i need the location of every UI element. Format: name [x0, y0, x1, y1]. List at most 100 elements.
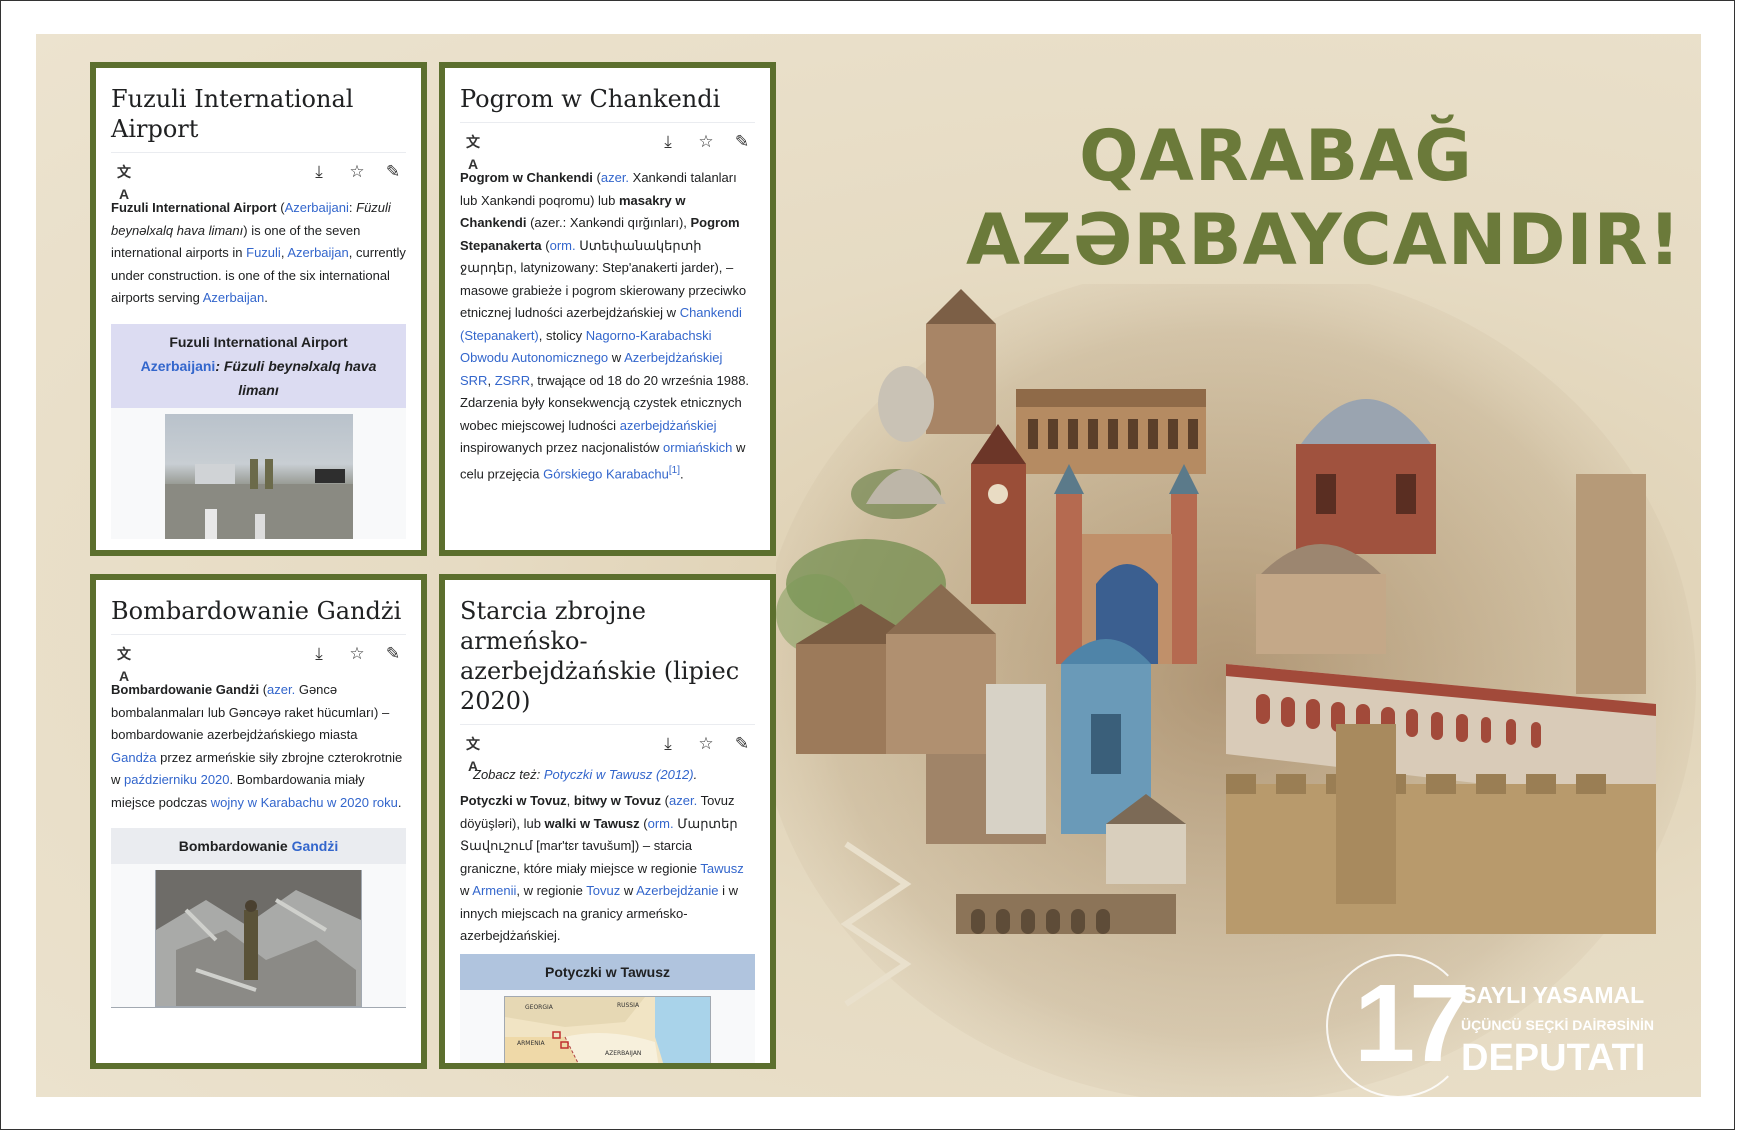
deputy-badge: 17 SAYLI YASAMAL ÜÇÜNCÜ SEÇKİ DAİRƏSİNİN… — [1326, 954, 1666, 1097]
star-icon[interactable]: ☆ — [346, 643, 368, 665]
card-title: Pogrom w Chankendi — [460, 85, 721, 113]
translate-icon[interactable]: 文A — [462, 733, 484, 774]
infobox-title: Bombardowanie — [178, 838, 292, 854]
article-toolbar: 文A ⤓ ☆ ✎ — [460, 122, 755, 172]
translate-icon[interactable]: 文A — [113, 643, 135, 684]
text-run: , — [487, 372, 495, 388]
article-link[interactable]: Fuzuli — [246, 245, 281, 260]
article-toolbar: 文A ⤓ ☆ ✎ — [111, 152, 406, 202]
text-run: , stolicy — [538, 327, 586, 343]
text-run: . — [397, 794, 402, 810]
map-label-azerbaijan: AZERBAIJAN — [605, 1050, 641, 1057]
infobox-header: Potyczki w Tawusz — [460, 953, 755, 990]
article-link[interactable]: wojny w Karabachu w 2020 roku — [211, 795, 398, 810]
card-starcia-zbrojne: Starcia zbrojne armeńsko-azerbejdżańskie… — [439, 574, 776, 1069]
see-also-link[interactable]: Potyczki w Tawusz (2012) — [544, 767, 694, 782]
infobox-native-name: : Füzuli beynəlxalq hava limanı — [215, 357, 377, 398]
article-link[interactable]: azer. — [601, 170, 629, 185]
badge-line-3: DEPUTATI — [1461, 1037, 1646, 1079]
text-run: (azer.: Xankəndi qırğınları), — [526, 215, 691, 230]
text-run: inspirowanych przez nacjonalistów — [460, 440, 664, 455]
article-link[interactable]: Azerbaijan — [287, 245, 348, 260]
article-link[interactable]: Azerbejdżanie — [636, 883, 718, 898]
star-icon[interactable]: ☆ — [346, 161, 368, 183]
headline-line-1: QARABAĞ — [1079, 115, 1473, 197]
bold-term: Pogrom w Chankendi — [460, 170, 593, 185]
bold-term: Bombardowanie Gandżi — [111, 682, 260, 697]
map-label-georgia: GEORGIA — [525, 1004, 554, 1011]
infobox-language-link[interactable]: Azerbaijani — [141, 358, 216, 374]
article-link[interactable]: ZSRR — [495, 373, 530, 388]
rubble-photo — [155, 870, 362, 1007]
map-label-russia: RUSSIA — [617, 1002, 640, 1009]
headline-line-2: AZƏRBAYCANDIR! — [966, 199, 1682, 281]
text-run: ( — [661, 793, 670, 808]
translate-icon[interactable]: 文A — [113, 161, 135, 202]
article-intro: Pogrom w Chankendi (azer. Xankəndi talan… — [460, 167, 755, 485]
infobox: Fuzuli International Airport Azerbaijani… — [111, 323, 406, 539]
article-toolbar: 文A ⤓ ☆ ✎ — [460, 724, 755, 774]
infobox: Bombardowanie Gandżi — [111, 828, 406, 1008]
article-link[interactable]: azer. — [669, 793, 697, 808]
badge-number: 17 — [1354, 962, 1470, 1085]
article-link[interactable]: Tovuz — [586, 883, 620, 898]
article-toolbar: 文A ⤓ ☆ ✎ — [111, 634, 406, 684]
card-fuzuli-airport: Fuzuli International Airport 文A ⤓ ☆ ✎ Fu… — [90, 62, 427, 556]
text-run: w — [608, 350, 625, 365]
region-map: GEORGIA RUSSIA ARMENIA AZERBAIJAN — [504, 995, 711, 1063]
article-intro: Fuzuli International Airport (Azerbaijan… — [111, 197, 406, 310]
bold-term: Potyczki w Tovuz — [460, 793, 567, 808]
airport-photo — [164, 413, 353, 539]
article-link[interactable]: orm. — [550, 238, 576, 253]
article-link[interactable]: ormiańskich — [663, 440, 732, 455]
article-link[interactable]: Azerbaijani — [285, 200, 349, 215]
see-also-label: Zobacz też: — [473, 767, 544, 782]
download-icon[interactable]: ⤓ — [308, 643, 330, 665]
text-run: ( — [592, 170, 601, 185]
card-pogrom-chankendi: Pogrom w Chankendi 文A ⤓ ☆ ✎ Pogrom w Cha… — [439, 62, 776, 556]
card-title: Starcia zbrojne armeńsko-azerbejdżańskie… — [460, 597, 740, 715]
bold-term: bitwy w Tovuz — [573, 793, 662, 808]
text-run: w — [620, 883, 637, 898]
pencil-icon[interactable]: ✎ — [382, 643, 404, 665]
pencil-icon[interactable]: ✎ — [731, 131, 753, 153]
article-link[interactable]: Azerbaijan — [203, 290, 264, 305]
bold-term: walki w Tawusz — [544, 815, 640, 831]
text-run: . — [264, 290, 268, 305]
map-label-armenia: ARMENIA — [517, 1040, 545, 1047]
card-title: Bombardowanie Gandżi — [111, 597, 402, 625]
star-icon[interactable]: ☆ — [695, 733, 717, 755]
text-run: ( — [259, 682, 268, 697]
pencil-icon[interactable]: ✎ — [382, 161, 404, 183]
text-run: ( — [639, 815, 648, 831]
translate-icon[interactable]: 文A — [462, 131, 484, 172]
text-run: ( — [541, 237, 550, 253]
article-link[interactable]: orm. — [648, 816, 674, 831]
infobox-header: Fuzuli International Airport Azerbaijani… — [111, 323, 406, 408]
article-intro: Potyczki w Tovuz, bitwy w Tovuz (azer. T… — [460, 790, 755, 948]
text-run: ( — [276, 200, 285, 215]
article-link[interactable]: Armenii — [472, 883, 516, 898]
article-link[interactable]: Górskiego Karabachu — [543, 466, 669, 481]
infobox-city-link[interactable]: Gandżi — [292, 838, 339, 854]
infobox: Potyczki w Tawusz GEORGIA RUSSIA ARMENIA… — [460, 953, 755, 1063]
badge-line-2: ÜÇÜNCÜ SEÇKİ DAİRƏSİNİN — [1461, 1017, 1654, 1033]
article-link[interactable]: Tawusz — [700, 861, 743, 876]
text-run: w — [460, 883, 473, 898]
download-icon[interactable]: ⤓ — [657, 131, 679, 153]
download-icon[interactable]: ⤓ — [657, 733, 679, 755]
article-link[interactable]: azerbejdżańskiej — [620, 418, 717, 433]
article-link[interactable]: azer. — [267, 682, 295, 697]
see-also-note: Zobacz też: Potyczki w Tawusz (2012). — [473, 767, 698, 782]
bold-term: Fuzuli International Airport — [111, 200, 277, 215]
star-icon[interactable]: ☆ — [695, 131, 717, 153]
pencil-icon[interactable]: ✎ — [731, 733, 753, 755]
text-run: , w regionie — [516, 883, 587, 898]
article-link[interactable]: Gandża — [111, 750, 157, 765]
text-run: . — [679, 465, 684, 481]
download-icon[interactable]: ⤓ — [308, 161, 330, 183]
text-run: , — [566, 793, 574, 808]
article-link[interactable]: październiku 2020 — [124, 772, 230, 787]
card-title: Fuzuli International Airport — [111, 85, 354, 143]
article-link[interactable]: [1] — [669, 465, 680, 476]
